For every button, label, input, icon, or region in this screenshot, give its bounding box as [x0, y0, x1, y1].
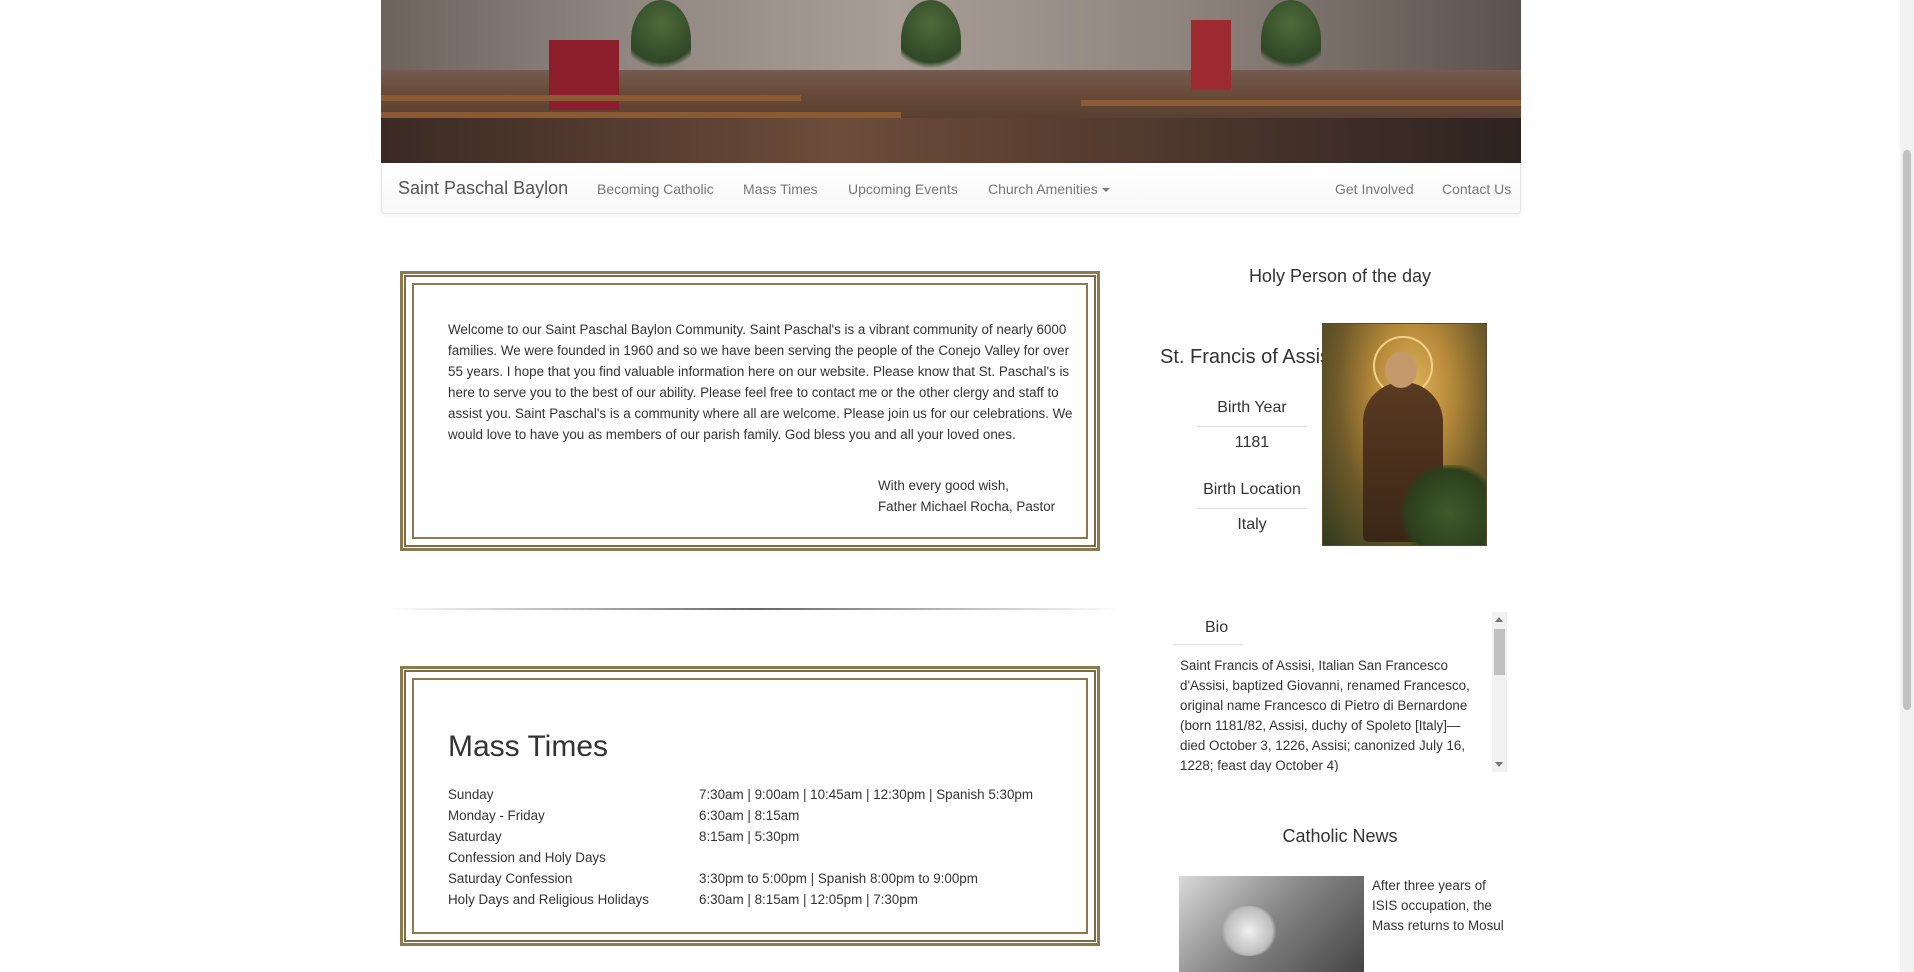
page-scroll-thumb[interactable]	[1903, 150, 1911, 710]
nav-church-amenities-label: Church Amenities	[988, 181, 1098, 197]
saint-name: St. Francis of Assisi	[1160, 346, 1322, 368]
news-item-link[interactable]: After three years of ISIS occupation, th…	[1372, 876, 1507, 936]
welcome-message: Welcome to our Saint Paschal Baylon Comm…	[448, 322, 1073, 442]
mass-row: Holy Days and Religious Holidays 6:30am …	[448, 889, 1033, 910]
mass-row: Sunday 7:30am | 9:00am | 10:45am | 12:30…	[448, 784, 1033, 805]
scroll-up-arrow-icon[interactable]	[1495, 617, 1503, 622]
birth-location-value: Italy	[1237, 516, 1267, 533]
nav-becoming-catholic[interactable]: Becoming Catholic	[597, 181, 714, 197]
signoff-name: Father Michael Rocha, Pastor	[878, 499, 1056, 514]
nav-get-involved[interactable]: Get Involved	[1335, 181, 1414, 197]
fact-divider	[1197, 508, 1307, 509]
nav-mass-times[interactable]: Mass Times	[743, 181, 818, 197]
mass-row: Saturday 8:15am | 5:30pm	[448, 826, 1033, 847]
bio-title: Bio	[1205, 619, 1229, 636]
nav-contact-us[interactable]: Contact Us	[1442, 181, 1511, 197]
bio-underline	[1173, 644, 1243, 645]
birth-year-value: 1181	[1234, 434, 1270, 451]
mass-day: Monday - Friday	[448, 808, 545, 823]
bio-scroll-thumb[interactable]	[1494, 629, 1505, 675]
mass-day: Saturday	[448, 829, 502, 844]
mass-row: Saturday Confession 3:30pm to 5:00pm | S…	[448, 868, 1033, 889]
birth-location-label: Birth Location	[1203, 481, 1301, 498]
bio-panel[interactable]: Bio Saint Francis of Assisi, Italian San…	[1173, 612, 1507, 772]
mass-times-box: Mass Times Sunday 7:30am | 9:00am | 10:4…	[400, 666, 1100, 946]
catholic-news-heading: Catholic News	[1282, 826, 1398, 846]
mass-times-table: Sunday 7:30am | 9:00am | 10:45am | 12:30…	[448, 784, 1033, 910]
mass-row: Monday - Friday 6:30am | 8:15am	[448, 805, 1033, 826]
mass-day: Confession and Holy Days	[448, 850, 606, 865]
mass-time: 6:30am | 8:15am	[699, 808, 800, 823]
birth-year-label: Birth Year	[1217, 399, 1287, 416]
mass-row: Confession and Holy Days	[448, 847, 1033, 868]
signoff-greeting: With every good wish,	[878, 478, 1009, 493]
brand-link[interactable]: Saint Paschal Baylon	[398, 178, 568, 199]
mass-day: Holy Days and Religious Holidays	[448, 892, 649, 907]
holy-person-heading: Holy Person of the day	[1248, 266, 1432, 286]
nav-church-amenities[interactable]: Church Amenities	[988, 181, 1110, 197]
mass-times-title: Mass Times	[448, 730, 609, 763]
main-navbar: Saint Paschal Baylon Becoming Catholic M…	[381, 163, 1521, 214]
scroll-down-arrow-icon[interactable]	[1495, 762, 1503, 767]
pastor-signoff: With every good wish, Father Michael Roc…	[878, 475, 1055, 517]
fact-divider	[1197, 426, 1307, 427]
bio-text: Saint Francis of Assisi, Italian San Fra…	[1180, 658, 1470, 772]
nav-upcoming-events[interactable]: Upcoming Events	[848, 181, 958, 197]
news-thumbnail-image[interactable]	[1179, 876, 1364, 972]
section-divider	[390, 608, 1120, 610]
mass-time: 3:30pm to 5:00pm | Spanish 8:00pm to 9:0…	[699, 871, 978, 886]
chevron-down-icon	[1101, 188, 1110, 193]
mass-time: 8:15am | 5:30pm	[699, 829, 800, 844]
mass-time: 7:30am | 9:00am | 10:45am | 12:30pm | Sp…	[699, 787, 1034, 802]
mass-day: Saturday Confession	[448, 871, 573, 886]
mass-time: 6:30am | 8:15am | 12:05pm | 7:30pm	[699, 892, 918, 907]
bio-scrollbar[interactable]	[1492, 612, 1507, 772]
welcome-box: Welcome to our Saint Paschal Baylon Comm…	[400, 271, 1100, 551]
hero-church-interior-image	[381, 0, 1521, 163]
saint-portrait-image	[1322, 323, 1487, 546]
page-scrollbar[interactable]	[1900, 0, 1914, 972]
mass-day: Sunday	[448, 787, 494, 802]
